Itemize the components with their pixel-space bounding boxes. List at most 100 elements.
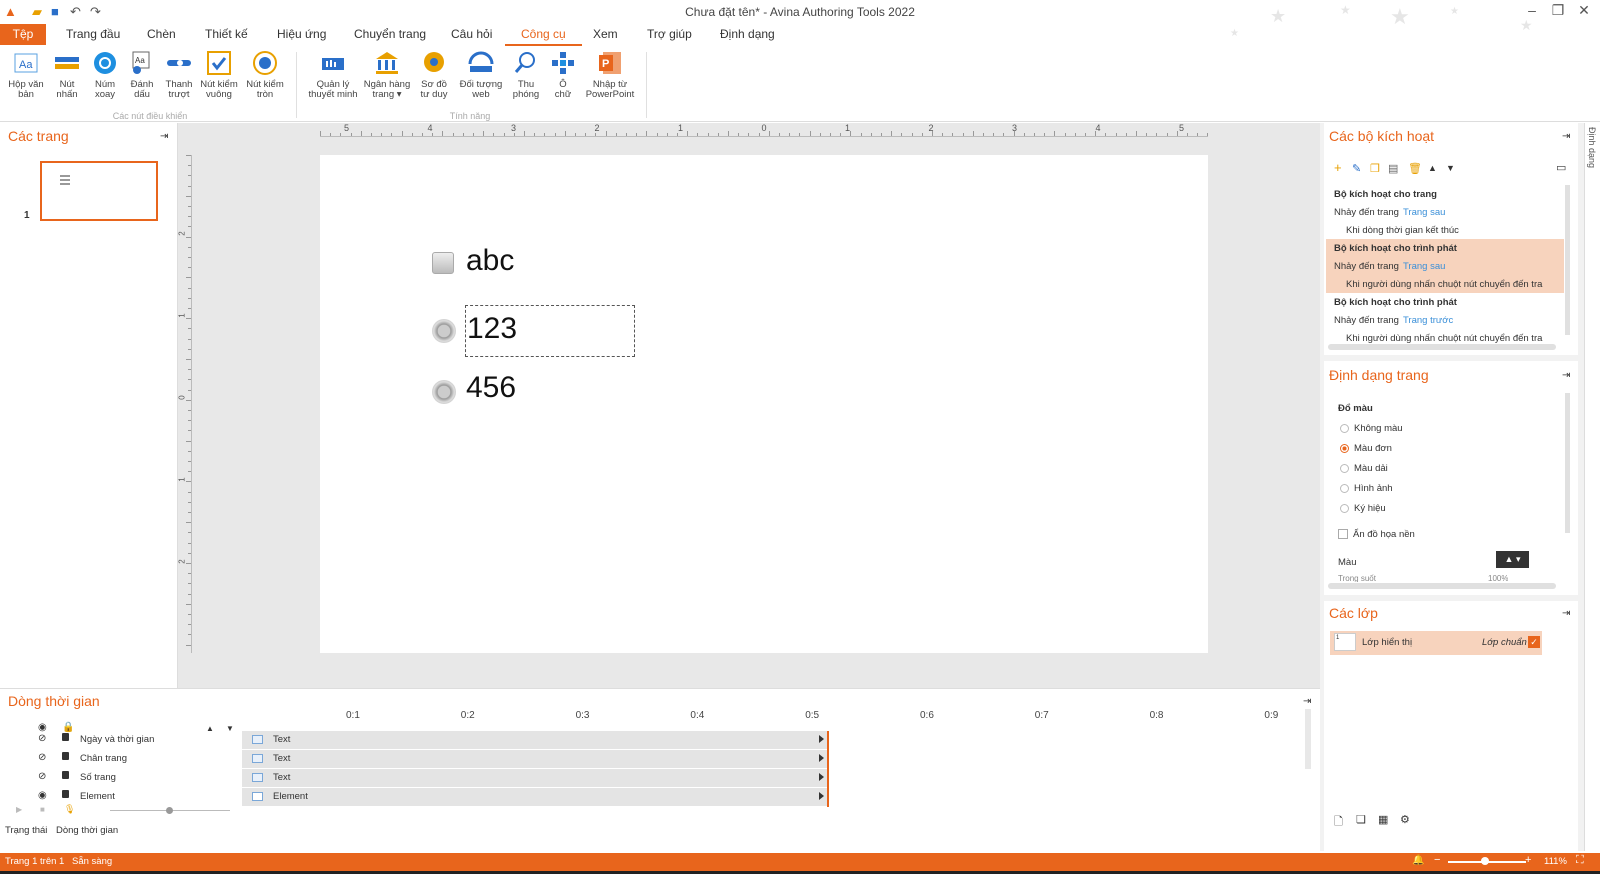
selection-box[interactable]: 123	[465, 305, 635, 357]
checkbox-control[interactable]	[432, 252, 454, 274]
timeline-bar[interactable]: Text	[242, 731, 828, 749]
fill-option[interactable]: Màu đơn	[1340, 443, 1392, 454]
tab-timeline[interactable]: Dòng thời gian	[56, 825, 118, 836]
mindmap-button[interactable]: Sơ đồ tư duy	[414, 50, 454, 100]
dial-tool[interactable]: Núm xoay	[88, 50, 122, 100]
tab-insert[interactable]: Chèn	[147, 27, 176, 41]
timeline-row[interactable]: ⊘ Chân trang Text	[0, 749, 1320, 768]
slider-tool[interactable]: Thanh trượt	[162, 50, 196, 100]
marker-tool[interactable]: Aa Đánh dấu	[125, 50, 159, 100]
timeline-vscrollbar[interactable]	[1305, 709, 1311, 769]
layer-image-icon[interactable]: ▦	[1378, 813, 1388, 826]
notification-icon[interactable]: 🔔	[1412, 855, 1424, 866]
tab-status[interactable]: Trạng thái	[5, 825, 47, 836]
trigger-row[interactable]: Bộ kích hoạt cho trình phát	[1326, 293, 1564, 311]
trigger-row[interactable]: Nhảy đến trang Trang sau	[1326, 203, 1564, 221]
timeline-bar[interactable]: Text	[242, 750, 828, 768]
crossword-button[interactable]: Ôchữ	[548, 50, 578, 100]
timeline-bar[interactable]: Element	[242, 788, 828, 806]
tab-home[interactable]: Trang đầu	[66, 27, 120, 41]
option-text-abc[interactable]: abc	[466, 244, 514, 278]
zoom-button[interactable]: Thu phóng	[508, 50, 544, 100]
textbox-button[interactable]: Aa Hộp văn bản	[4, 50, 48, 100]
trigger-row[interactable]: Khi dòng thời gian kết thúc	[1326, 221, 1564, 239]
row-lock-icon[interactable]	[62, 752, 69, 760]
format-hscrollbar[interactable]	[1328, 583, 1556, 589]
push-button-tool[interactable]: Nút nhấn	[50, 50, 84, 100]
option-text-456[interactable]: 456	[466, 371, 516, 405]
slide-canvas[interactable]: abc 123 456	[320, 155, 1208, 653]
radio-circle[interactable]	[1340, 483, 1349, 493]
pin-icon[interactable]: ⇥	[1562, 608, 1570, 619]
checkbox-tool[interactable]: Nút kiểm vuông	[199, 50, 239, 100]
play-icon[interactable]: ▶	[16, 805, 22, 814]
trigger-link[interactable]: Trang trước	[1403, 315, 1453, 326]
pin-icon[interactable]: ⇥	[1562, 131, 1570, 142]
expand-arrow-icon[interactable]	[819, 754, 824, 762]
row-lock-icon[interactable]	[62, 771, 69, 779]
delete-trigger-icon[interactable]: 🗑	[1408, 162, 1422, 175]
web-object-button[interactable]: Đối tượng web	[456, 50, 506, 100]
move-up-icon[interactable]: ▲	[1428, 163, 1437, 173]
trigger-row[interactable]: Bộ kích hoạt cho trình phát	[1326, 239, 1564, 257]
record-icon[interactable]: 🎙	[64, 804, 75, 815]
tab-help[interactable]: Trợ giúp	[647, 27, 692, 41]
transparency-value[interactable]: 100%	[1488, 574, 1508, 582]
row-lock-icon[interactable]	[62, 733, 69, 741]
zoom-in-icon[interactable]: +	[1525, 854, 1531, 866]
fill-option[interactable]: Màu dải	[1340, 463, 1388, 474]
page-bank-button[interactable]: Ngân hàng trang ▾	[362, 50, 412, 100]
timeline-row[interactable]: ⊘ Số trang Text	[0, 768, 1320, 787]
fit-window-icon[interactable]: ⛶	[1576, 854, 1584, 867]
timeline-bar[interactable]: Text	[242, 769, 828, 787]
layer-settings-icon[interactable]: ⚙	[1400, 813, 1410, 826]
tab-effects[interactable]: Hiệu ứng	[277, 27, 326, 41]
layer-standard-check-icon[interactable]: ✓	[1528, 636, 1540, 648]
radio-circle[interactable]	[1340, 463, 1349, 473]
radio-control[interactable]	[432, 380, 456, 404]
move-down-icon[interactable]: ▼	[1446, 163, 1455, 173]
timeline-row[interactable]: ⊘ Ngày và thời gian Text	[0, 730, 1320, 749]
new-layer-icon[interactable]: 🗋	[1334, 813, 1343, 832]
radio-circle[interactable]	[1340, 423, 1349, 433]
add-trigger-icon[interactable]: +	[1334, 160, 1342, 175]
restore-button[interactable]: ❐	[1547, 2, 1569, 19]
tab-transitions[interactable]: Chuyển trang	[354, 27, 426, 41]
zoom-out-icon[interactable]: −	[1434, 854, 1440, 866]
page-thumbnail[interactable]	[40, 161, 158, 221]
edit-trigger-icon[interactable]: ✎	[1352, 162, 1361, 175]
tab-design[interactable]: Thiết kế	[205, 27, 248, 41]
row-lock-icon[interactable]	[62, 790, 69, 798]
tab-format[interactable]: Định dạng	[720, 27, 775, 41]
playhead[interactable]	[827, 731, 829, 807]
timeline-row[interactable]: ◉ Element Element	[0, 787, 1320, 806]
volume-handle[interactable]	[166, 807, 173, 814]
minimize-button[interactable]: –	[1521, 2, 1543, 18]
row-visibility-icon[interactable]: ⊘	[38, 752, 46, 763]
trigger-row[interactable]: Bộ kích hoạt cho trang	[1326, 185, 1564, 203]
copy-trigger-icon[interactable]: ❐	[1370, 162, 1380, 175]
fill-option[interactable]: Hình ảnh	[1340, 483, 1393, 494]
trigger-hscrollbar[interactable]	[1328, 344, 1556, 350]
close-button[interactable]: ✕	[1573, 2, 1595, 19]
format-side-tab[interactable]: Định dạng	[1587, 127, 1597, 168]
radio-tool[interactable]: Nút kiểm tròn	[245, 50, 285, 100]
tab-questions[interactable]: Câu hỏi	[451, 27, 492, 41]
pin-icon[interactable]: ⇥	[160, 131, 168, 142]
radio-circle[interactable]	[1340, 443, 1349, 453]
duplicate-layer-icon[interactable]: ❏	[1356, 813, 1366, 826]
trigger-row[interactable]: Khi người dùng nhấn chuột nút chuyển đến…	[1326, 329, 1564, 345]
fill-option[interactable]: Ký hiệu	[1340, 503, 1386, 514]
trigger-link[interactable]: Trang sau	[1403, 261, 1445, 272]
narration-manager-button[interactable]: Quản lý thuyết minh	[306, 50, 360, 100]
zoom-handle[interactable]	[1481, 857, 1489, 865]
row-visibility-icon[interactable]: ◉	[38, 790, 47, 801]
row-visibility-icon[interactable]: ⊘	[38, 733, 46, 744]
format-vscrollbar[interactable]	[1565, 393, 1570, 533]
expand-arrow-icon[interactable]	[819, 773, 824, 781]
tab-tools[interactable]: Công cụ	[505, 27, 582, 46]
pin-icon[interactable]: ⇥	[1562, 370, 1570, 381]
stop-icon[interactable]: ■	[40, 805, 45, 814]
option-text-123[interactable]: 123	[467, 312, 517, 346]
expand-arrow-icon[interactable]	[819, 735, 824, 743]
